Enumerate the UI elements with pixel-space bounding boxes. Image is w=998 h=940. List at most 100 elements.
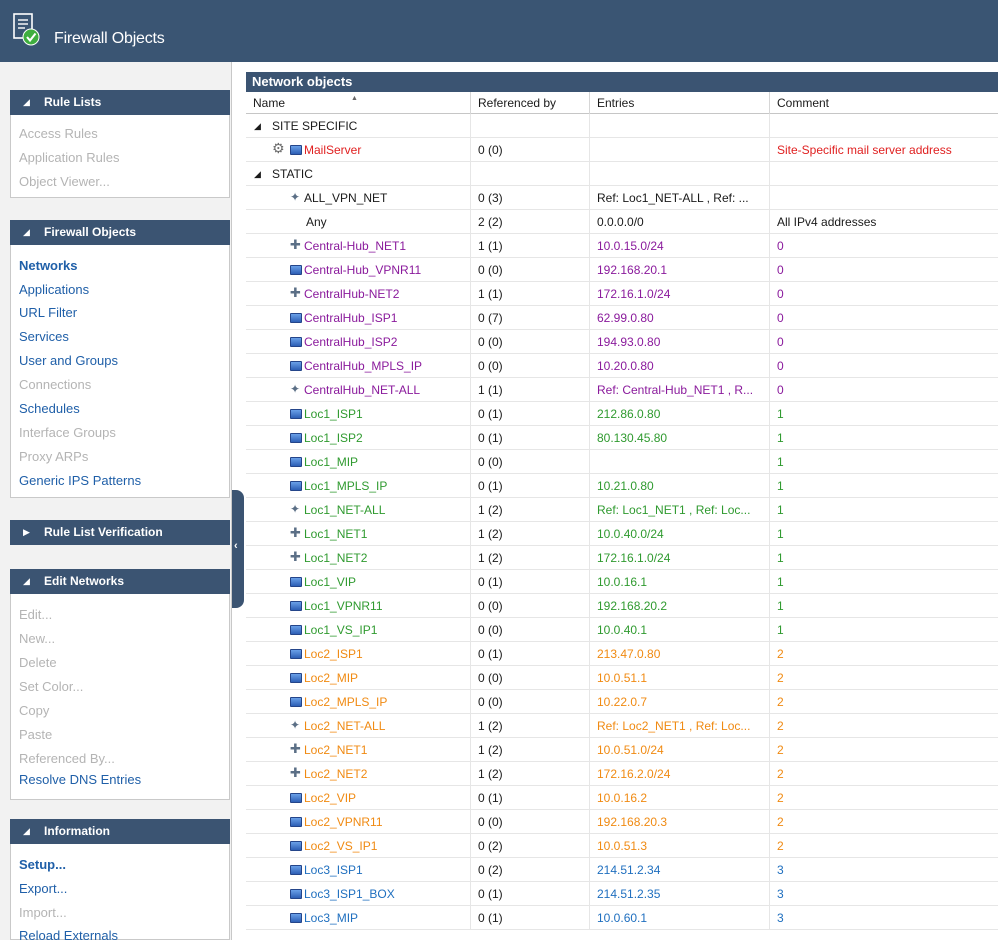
cell-referenced-by: 0 (0) bbox=[471, 690, 590, 714]
grid-cell bbox=[770, 162, 998, 186]
cell-referenced-by: 0 (1) bbox=[471, 426, 590, 450]
nav-services[interactable]: Services bbox=[19, 329, 69, 345]
object-name: Central-Hub_NET1 bbox=[304, 239, 407, 253]
cell-referenced-by: 0 (0) bbox=[471, 138, 590, 162]
table-row[interactable]: Loc3_ISP1_BOX 0 (1) 214.51.2.35 3 bbox=[246, 882, 998, 906]
nav-applications[interactable]: Applications bbox=[19, 282, 89, 298]
nav-user-and-groups[interactable]: User and Groups bbox=[19, 353, 118, 369]
object-name: Loc1_MPLS_IP bbox=[304, 479, 388, 493]
column-header-name[interactable]: ▲ Name bbox=[246, 92, 471, 114]
cell-comment: 0 bbox=[777, 359, 784, 373]
nav-resolve-dns-entries[interactable]: Resolve DNS Entries bbox=[19, 772, 141, 788]
object-name: Loc1_MIP bbox=[304, 455, 359, 469]
group-row[interactable]: ◢ STATIC bbox=[246, 162, 998, 186]
table-row[interactable]: ✚ Loc1_NET1 1 (2) 10.0.40.0/24 1 bbox=[246, 522, 998, 546]
nav-generic-ips-patterns[interactable]: Generic IPS Patterns bbox=[19, 473, 141, 489]
table-row[interactable]: CentralHub_MPLS_IP 0 (0) 10.20.0.80 0 bbox=[246, 354, 998, 378]
chevron-left-icon: ‹ bbox=[234, 540, 238, 552]
grid-title: Network objects bbox=[246, 72, 998, 92]
cell-name: ✚ Loc2_NET1 bbox=[246, 738, 471, 762]
table-row[interactable]: Loc1_ISP2 0 (1) 80.130.45.80 1 bbox=[246, 426, 998, 450]
network-object-icon bbox=[290, 265, 302, 275]
group-row[interactable]: ◢ SITE SPECIFIC bbox=[246, 114, 998, 138]
table-row[interactable]: ✚ Loc1_NET2 1 (2) 172.16.1.0/24 1 bbox=[246, 546, 998, 570]
table-row[interactable]: ✚ Central-Hub_NET1 1 (1) 10.0.15.0/24 0 bbox=[246, 234, 998, 258]
cell-referenced-by: 1 (2) bbox=[471, 522, 590, 546]
cell-referenced-by: 0 (1) bbox=[471, 402, 590, 426]
object-name: MailServer bbox=[304, 143, 362, 157]
table-row[interactable]: Loc1_MPLS_IP 0 (1) 10.21.0.80 1 bbox=[246, 474, 998, 498]
table-row[interactable]: Loc2_MIP 0 (0) 10.0.51.1 2 bbox=[246, 666, 998, 690]
nav-url-filter[interactable]: URL Filter bbox=[19, 305, 77, 321]
table-row[interactable]: Loc2_ISP1 0 (1) 213.47.0.80 2 bbox=[246, 642, 998, 666]
panel-header-edit-networks[interactable]: ◢ Edit Networks bbox=[10, 569, 230, 594]
nav-reload-externals[interactable]: Reload Externals bbox=[19, 928, 118, 940]
column-header-entries[interactable]: Entries bbox=[590, 92, 770, 114]
nav-schedules[interactable]: Schedules bbox=[19, 401, 80, 417]
cell-entries: Ref: Loc1_NET1 , Ref: Loc... bbox=[590, 498, 770, 522]
cell-referenced-by: 0 (1) bbox=[471, 642, 590, 666]
cell-comment: 1 bbox=[777, 527, 784, 541]
nav-edit: Edit... bbox=[19, 607, 53, 622]
table-row[interactable]: Loc2_VIP 0 (1) 10.0.16.2 2 bbox=[246, 786, 998, 810]
cell-name: ✦ Loc2_NET-ALL bbox=[246, 714, 471, 738]
table-row[interactable]: ✦ Loc2_NET-ALL 1 (2) Ref: Loc2_NET1 , Ref: … bbox=[246, 714, 998, 738]
panel-header-information[interactable]: ◢ Information bbox=[10, 819, 230, 844]
sort-ascending-icon: ▲ bbox=[351, 95, 358, 102]
cell-comment: 0 bbox=[777, 383, 784, 397]
cell-referenced-by: 1 (1) bbox=[471, 234, 590, 258]
cell-entries: 172.16.1.0/24 bbox=[590, 546, 770, 570]
object-name: CentralHub_NET-ALL bbox=[304, 383, 421, 397]
table-row[interactable]: CentralHub_ISP2 0 (0) 194.93.0.80 0 bbox=[246, 330, 998, 354]
table-row[interactable]: Loc1_ISP1 0 (1) 212.86.0.80 1 bbox=[246, 402, 998, 426]
table-row[interactable]: ✦ ALL_VPN_NET 0 (3) Ref: Loc1_NET-ALL , Ref… bbox=[246, 186, 998, 210]
table-row[interactable]: ✚ Loc2_NET2 1 (2) 172.16.2.0/24 2 bbox=[246, 762, 998, 786]
network-object-icon bbox=[290, 889, 302, 899]
cell-name: Loc1_VIP bbox=[246, 570, 471, 594]
table-row[interactable]: Loc1_VIP 0 (1) 10.0.16.1 1 bbox=[246, 570, 998, 594]
nav-networks[interactable]: Networks bbox=[19, 258, 78, 274]
cell-comment: 0 bbox=[777, 239, 784, 253]
table-row[interactable]: Loc1_VPNR11 0 (0) 192.168.20.2 1 bbox=[246, 594, 998, 618]
object-name: Loc3_ISP1 bbox=[304, 863, 363, 877]
table-row[interactable]: ✚ CentralHub-NET2 1 (1) 172.16.1.0/24 0 bbox=[246, 282, 998, 306]
cell-referenced-by: 0 (0) bbox=[471, 810, 590, 834]
nav-export[interactable]: Export... bbox=[19, 881, 67, 897]
cell-referenced-by: 1 (2) bbox=[471, 738, 590, 762]
cell-comment: 2 bbox=[777, 695, 784, 709]
nav-set-color: Set Color... bbox=[19, 679, 84, 694]
table-row[interactable]: Loc1_MIP 0 (0) 1 bbox=[246, 450, 998, 474]
object-name: Loc1_ISP2 bbox=[304, 431, 363, 445]
cell-name: ✚ CentralHub-NET2 bbox=[246, 282, 471, 306]
column-header-referenced-by[interactable]: Referenced by bbox=[471, 92, 590, 114]
table-row[interactable]: Loc1_VS_IP1 0 (0) 10.0.40.1 1 bbox=[246, 618, 998, 642]
table-row[interactable]: ✦ Loc1_NET-ALL 1 (2) Ref: Loc1_NET1 , Ref: … bbox=[246, 498, 998, 522]
table-row[interactable]: Loc3_ISP1 0 (2) 214.51.2.34 3 bbox=[246, 858, 998, 882]
panel-header-rule-list-verification[interactable]: ▶ Rule List Verification bbox=[10, 520, 230, 545]
collapse-triangle-icon: ◢ bbox=[23, 576, 30, 586]
table-row[interactable]: ⚙ MailServer 0 (0) Site-Specific mail serve… bbox=[246, 138, 998, 162]
column-header-comment[interactable]: Comment bbox=[770, 92, 998, 114]
network-object-icon bbox=[290, 841, 302, 851]
panel-header-firewall-objects[interactable]: ◢ Firewall Objects bbox=[10, 220, 230, 245]
cell-comment: 1 bbox=[777, 575, 784, 589]
grid-cell bbox=[471, 162, 590, 186]
table-row[interactable]: Loc3_MIP 0 (1) 10.0.60.1 3 bbox=[246, 906, 998, 930]
table-row[interactable]: Central-Hub_VPNR11 0 (0) 192.168.20.1 0 bbox=[246, 258, 998, 282]
cell-name: Loc2_VS_IP1 bbox=[246, 834, 471, 858]
cell-entries: 192.168.20.1 bbox=[590, 258, 770, 282]
sidebar-collapse-handle[interactable]: ‹ bbox=[232, 490, 244, 608]
table-row[interactable]: Any 2 (2) 0.0.0.0/0 All IPv4 addresses bbox=[246, 210, 998, 234]
table-row[interactable]: Loc2_MPLS_IP 0 (0) 10.22.0.7 2 bbox=[246, 690, 998, 714]
table-row[interactable]: Loc2_VS_IP1 0 (2) 10.0.51.3 2 bbox=[246, 834, 998, 858]
network-object-icon bbox=[290, 865, 302, 875]
table-row[interactable]: Loc2_VPNR11 0 (0) 192.168.20.3 2 bbox=[246, 810, 998, 834]
network-range-icon: ✚ bbox=[290, 765, 301, 780]
panel-header-rule-lists[interactable]: ◢ Rule Lists bbox=[10, 90, 230, 115]
table-row[interactable]: ✚ Loc2_NET1 1 (2) 10.0.51.0/24 2 bbox=[246, 738, 998, 762]
nav-setup[interactable]: Setup... bbox=[19, 857, 66, 873]
object-name: Loc2_VIP bbox=[304, 791, 357, 805]
cell-comment: 1 bbox=[777, 431, 784, 445]
table-row[interactable]: CentralHub_ISP1 0 (7) 62.99.0.80 0 bbox=[246, 306, 998, 330]
table-row[interactable]: ✦ CentralHub_NET-ALL 1 (1) Ref: Central-Hub… bbox=[246, 378, 998, 402]
